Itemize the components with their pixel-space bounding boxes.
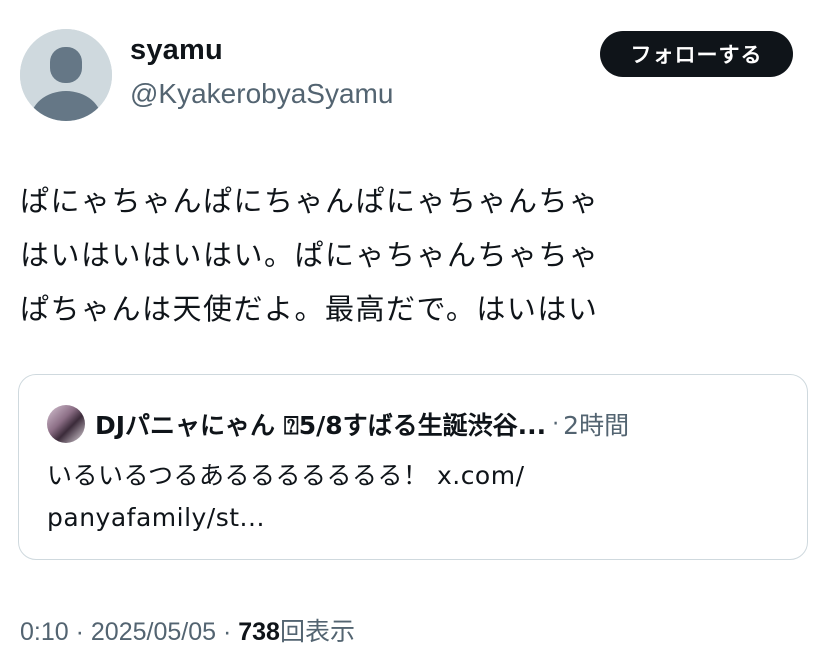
tweet-text: ぱにゃちゃんぱにちゃんぱにゃちゃんちゃ はいはいはいはい。ぱにゃちゃんちゃちゃ … [20,174,810,336]
quoted-author-name: DJパニャにゃん ⍰5/8すばる生誕渋谷... [95,411,547,440]
view-count-label: 回表示 [279,617,355,646]
quoted-tweet-link[interactable]: panyafamily/st... [47,497,787,539]
separator-dot: · [552,411,560,437]
tweet-text-line: ぱちゃんは天使だよ。最高だで。はいはい [20,292,599,326]
tweet-text-line: はいはいはいはい。ぱにゃちゃんちゃちゃ [20,238,600,272]
author-display-name[interactable]: syamu [130,34,223,67]
view-count: 738 [238,618,280,646]
meta-separator: · [68,618,91,646]
meta-separator: · [216,618,239,646]
tweet-time[interactable]: 0:10 [20,618,69,646]
follow-button[interactable]: フォローする [600,31,793,77]
quoted-tweet-text: いるいるつるあるるるるるるる！ x.com/ panyafamily/st... [47,455,787,539]
quoted-author-avatar [47,405,85,443]
tweet-text-line: ぱにゃちゃんぱにちゃんぱにゃちゃんちゃ [20,184,600,218]
quoted-tweet-header: DJパニャにゃん ⍰5/8すばる生誕渋谷... · 2時間 [47,405,629,443]
author-avatar[interactable] [20,29,112,121]
author-handle[interactable]: @KyakerobyaSyamu [130,78,393,110]
quoted-tweet-card[interactable]: DJパニャにゃん ⍰5/8すばる生誕渋谷... · 2時間 いるいるつるあるるる… [18,374,808,560]
tweet-meta: 0:10 · 2025/05/05 · 738回表示 [20,612,355,648]
tweet-date[interactable]: 2025/05/05 [91,618,216,646]
quoted-tweet-time: 2時間 [563,411,630,440]
default-avatar-icon [20,29,112,121]
quoted-tweet-text-line: いるいるつるあるるるるるるる！ x.com/ [47,461,525,490]
